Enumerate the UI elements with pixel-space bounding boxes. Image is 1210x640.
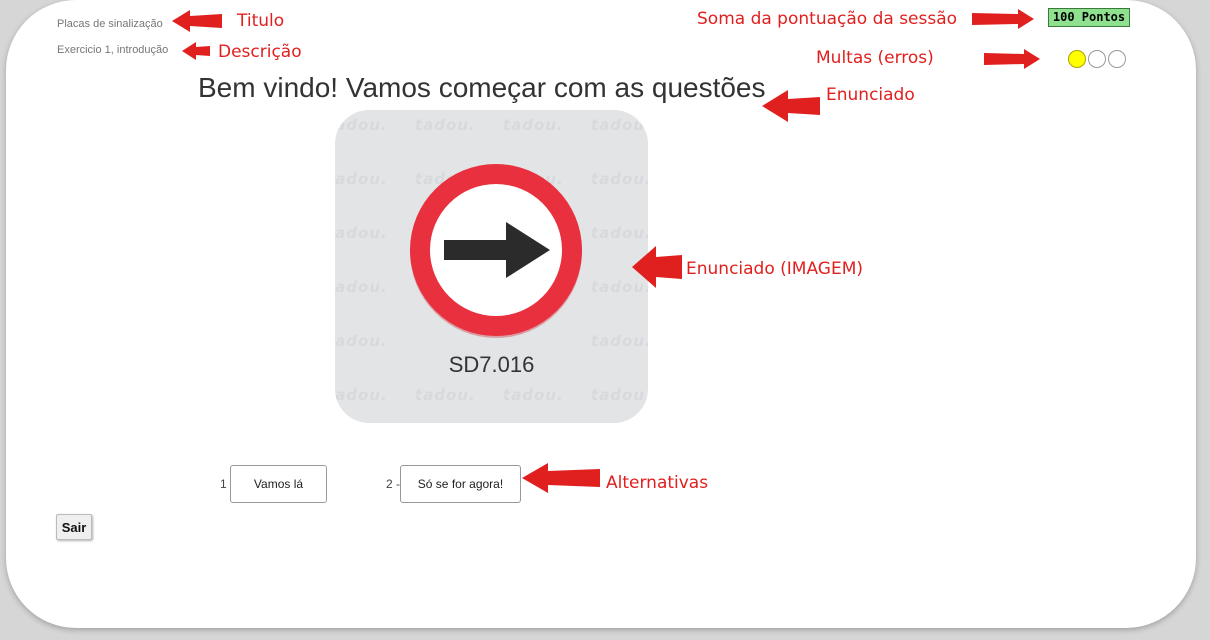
watermark-text: tadou. [335, 116, 388, 134]
annotation-arrow-icon [972, 9, 1034, 29]
annotation-arrow-icon [522, 463, 600, 493]
watermark-text: tadou. [335, 224, 388, 242]
watermark-text: tadou. [335, 170, 388, 188]
watermark-text: tadou. [335, 332, 388, 350]
sign-code-label: SD7.016 [448, 352, 535, 377]
annotation-soma: Soma da pontuação da sessão [697, 9, 958, 29]
alternative-button-1[interactable]: Vamos lá [230, 465, 327, 503]
watermark-text: tadou. [415, 116, 476, 134]
annotation-arrow-icon [984, 49, 1040, 69]
session-score-badge: 100 Pontos [1048, 8, 1130, 27]
watermark-text: tadou. [335, 386, 388, 404]
exit-button[interactable]: Sair [56, 514, 92, 540]
fine-dot [1108, 50, 1126, 68]
exercise-description: Exercicio 1, introdução [57, 44, 169, 56]
question-statement: Bem vindo! Vamos começar com as questões [198, 72, 766, 103]
watermark-text: tadou. [591, 332, 648, 350]
watermark-text: tadou. [591, 170, 648, 188]
annotation-arrow-icon [172, 10, 222, 32]
watermark-text: tadou. [591, 116, 648, 134]
alternative-button-2[interactable]: Só se for agora! [400, 465, 521, 503]
annotation-arrow-icon [762, 90, 820, 122]
exercise-title: Placas de sinalização [57, 18, 163, 30]
fines-indicator [1068, 50, 1126, 68]
watermark-text: tadou. [591, 386, 648, 404]
annotation-arrow-icon [182, 42, 210, 60]
watermark-text: tadou. [591, 224, 648, 242]
annotation-arrow-icon [632, 246, 682, 288]
watermark-text: tadou. [503, 116, 564, 134]
annotation-enunciado: Enunciado [826, 85, 915, 105]
alternative-number: 2 - [386, 477, 401, 491]
watermark-text: tadou. [503, 386, 564, 404]
watermark-text: tadou. [415, 386, 476, 404]
fine-dot [1068, 50, 1086, 68]
annotation-titulo: Titulo [237, 11, 285, 31]
watermark-text: tadou. [335, 278, 388, 296]
annotation-multas: Multas (erros) [816, 48, 934, 68]
fine-dot [1088, 50, 1106, 68]
traffic-sign-image [410, 164, 582, 338]
annotation-enunciado-imagem: Enunciado (IMAGEM) [686, 259, 864, 279]
annotation-descricao: Descrição [218, 42, 302, 62]
annotation-alternativas: Alternativas [606, 473, 709, 493]
